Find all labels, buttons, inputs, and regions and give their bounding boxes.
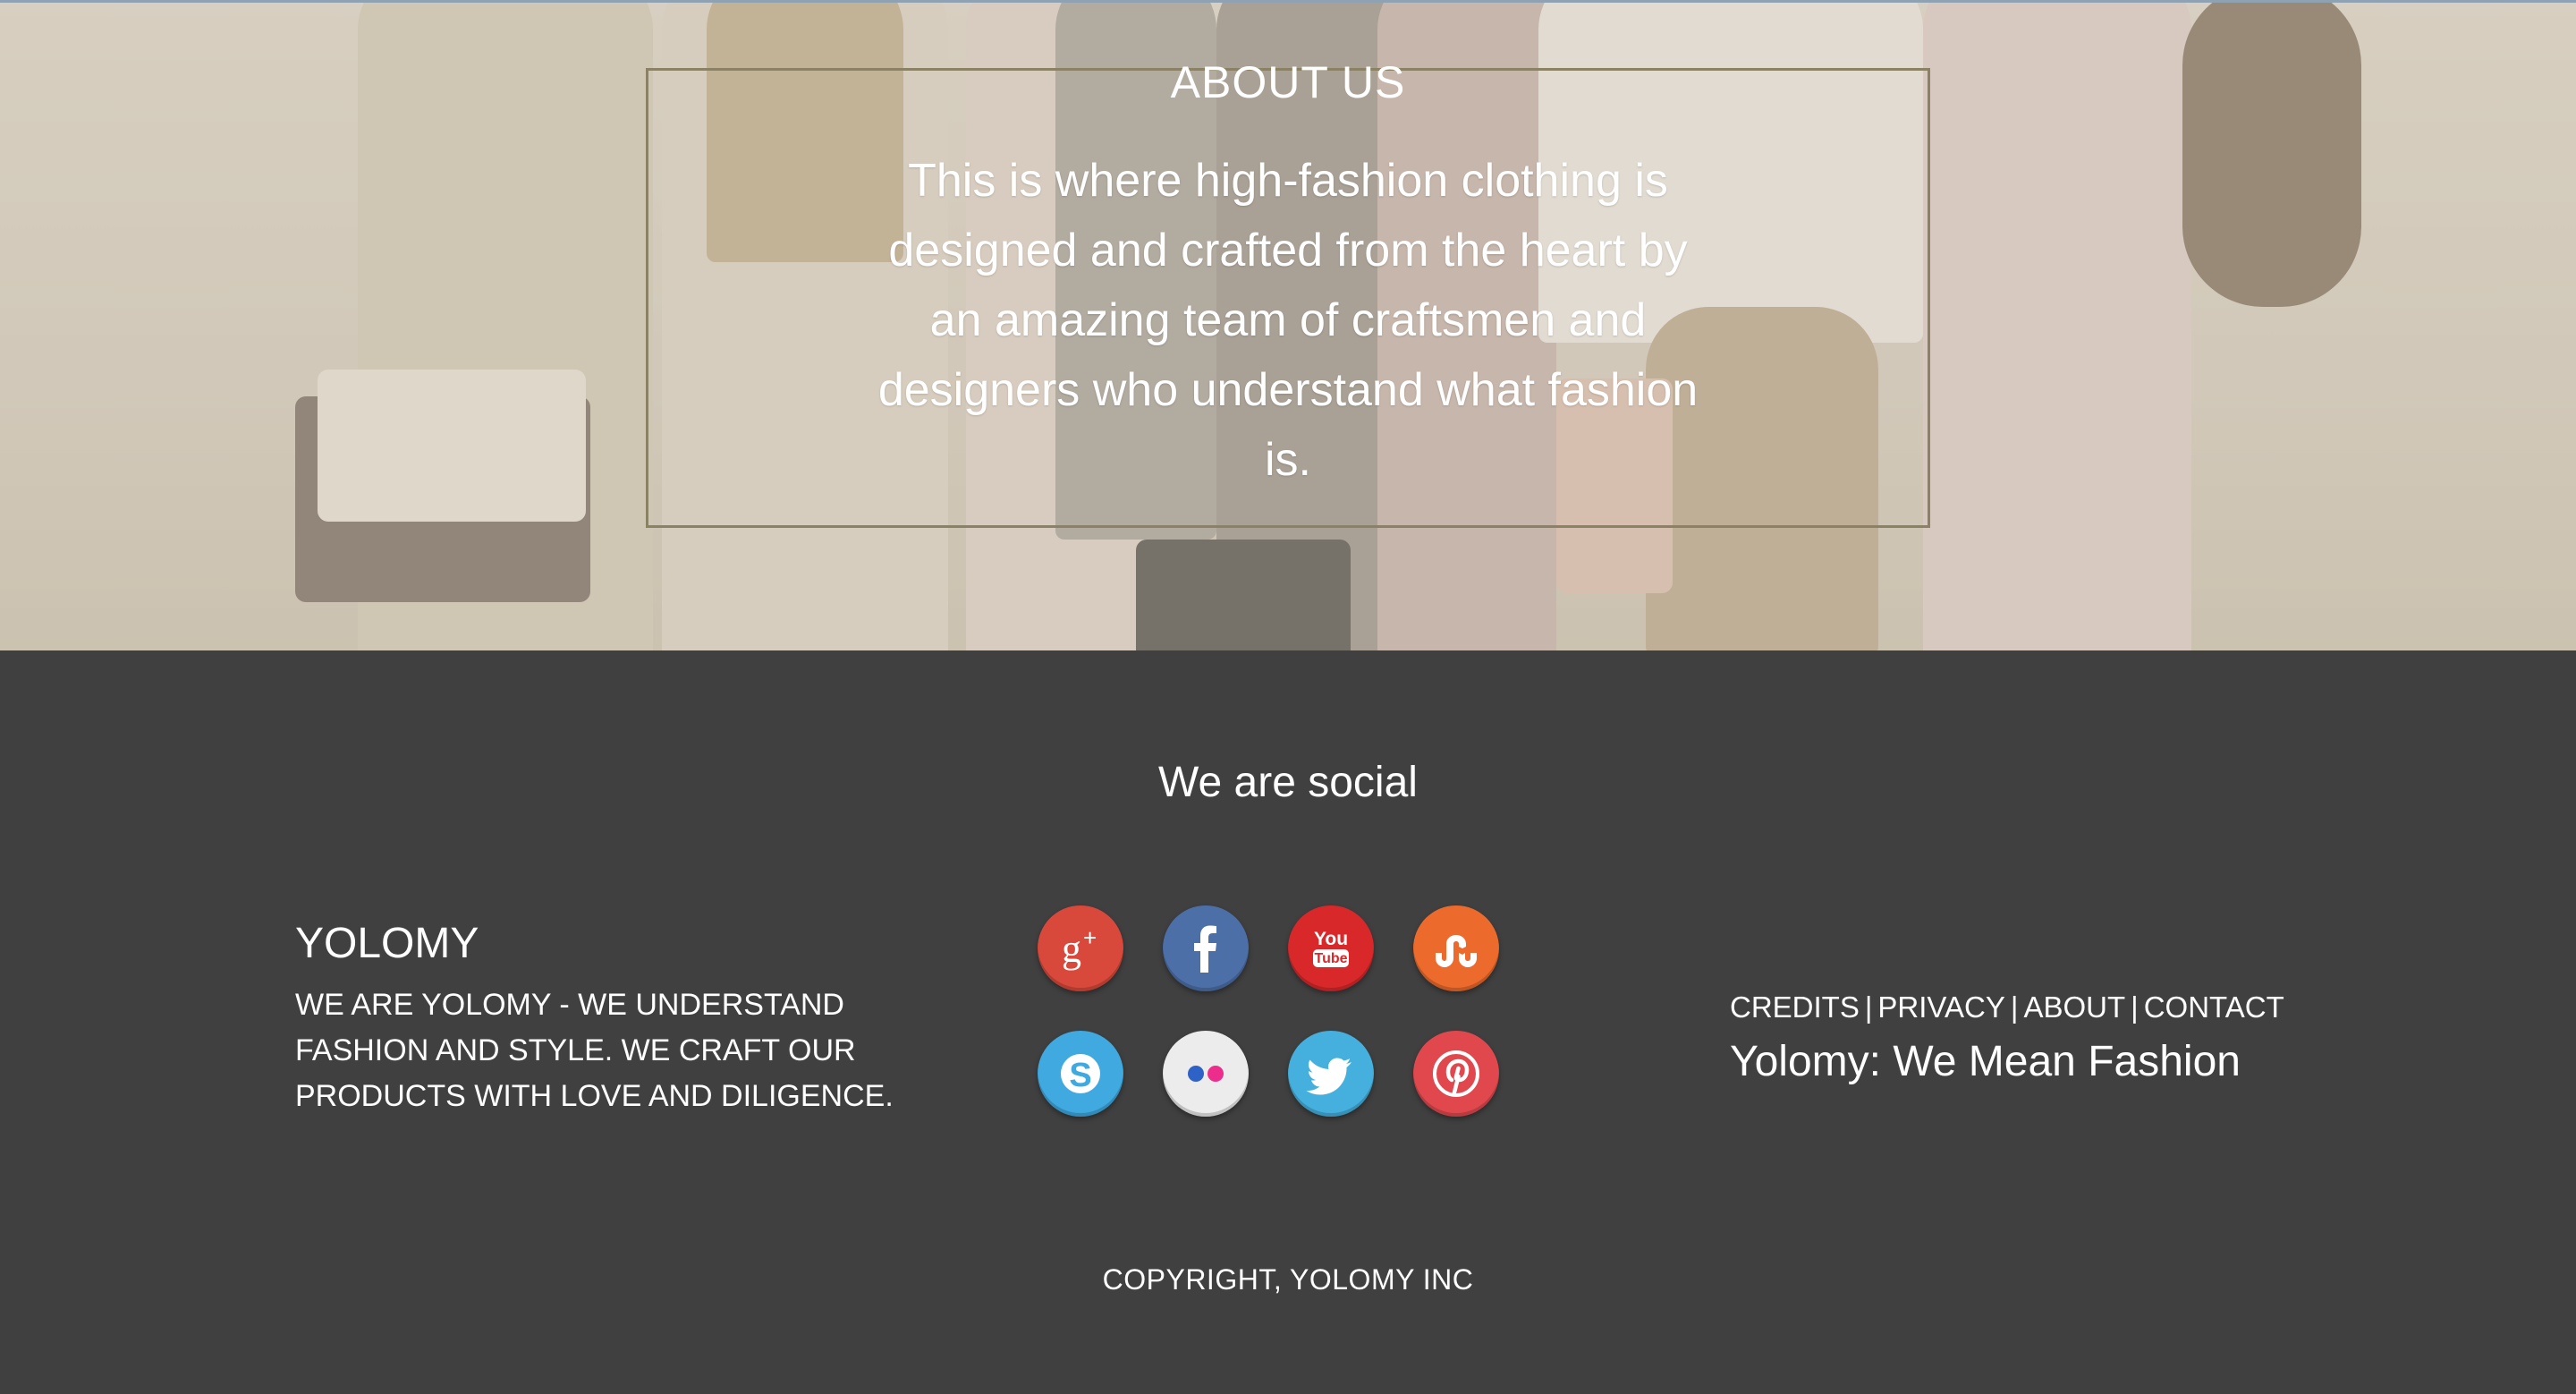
copyright: COPYRIGHT, YOLOMY INC [1102, 1263, 1474, 1296]
svg-text:g: g [1062, 927, 1081, 971]
about-title-text: ABOUT US [1170, 57, 1406, 107]
svg-text:S: S [1069, 1057, 1091, 1094]
brand-name: YOLOMY [295, 920, 479, 967]
footer-nav: CREDITS | PRIVACY | ABOUT | CONTACT [1730, 990, 2356, 1024]
skype-icon[interactable]: S [1038, 1031, 1123, 1117]
about-section: ABOUT US This is where high-fashion clot… [0, 0, 2576, 650]
facebook-icon[interactable] [1163, 905, 1249, 991]
twitter-icon[interactable] [1288, 1031, 1374, 1117]
link-separator: | [2131, 990, 2139, 1024]
privacy-link[interactable]: PRIVACY [1877, 990, 2004, 1024]
svg-text:Tube: Tube [1314, 951, 1347, 966]
about-text: This is where high-fashion clothing is d… [877, 155, 1699, 486]
flickr-icon[interactable] [1163, 1031, 1249, 1117]
svg-text:You: You [1314, 929, 1348, 949]
youtube-icon[interactable]: You Tube [1288, 905, 1374, 991]
social-heading: We are social [1158, 759, 1418, 806]
credits-link[interactable]: CREDITS [1730, 990, 1860, 1024]
footer-links-block: CREDITS | PRIVACY | ABOUT | CONTACT Yolomy: We… [1730, 990, 2356, 1086]
stumbleupon-icon[interactable] [1413, 905, 1499, 991]
brand-description: WE ARE YOLOMY - WE UNDERSTAND FASHION AN… [295, 988, 894, 1113]
brand-block: YOLOMY WE ARE YOLOMY - WE UNDERSTAND FAS… [295, 919, 939, 1119]
about-title: ABOUT US [0, 56, 2576, 108]
google-plus-icon[interactable]: g + [1038, 905, 1123, 991]
link-separator: | [2010, 990, 2019, 1024]
contact-link[interactable]: CONTACT [2144, 990, 2284, 1024]
footer: We are social YOLOMY WE ARE YOLOMY - WE … [0, 650, 2576, 1394]
link-separator: | [1864, 990, 1873, 1024]
about-link[interactable]: ABOUT [2023, 990, 2125, 1024]
social-icons: g + You Tube S [1038, 905, 1503, 1120]
svg-text:+: + [1083, 924, 1097, 951]
pinterest-icon[interactable] [1413, 1031, 1499, 1117]
tagline: Yolomy: We Mean Fashion [1730, 1038, 2241, 1085]
